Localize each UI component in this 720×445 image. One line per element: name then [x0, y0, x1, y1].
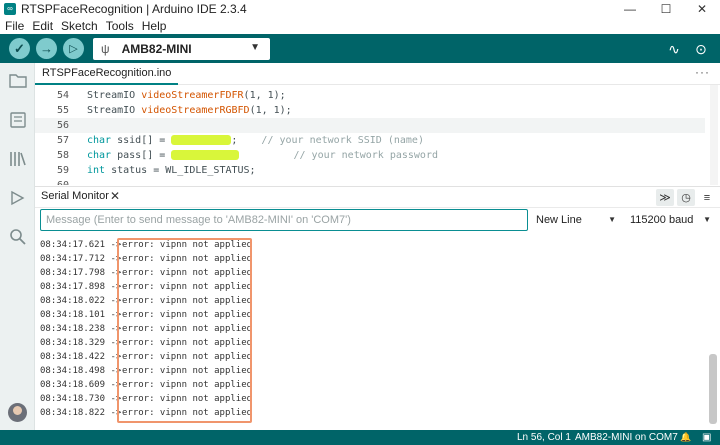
checkmark-icon: ✓	[14, 40, 25, 56]
maximize-button[interactable]: ☐	[648, 0, 684, 17]
arrow-right-icon: →	[40, 41, 53, 56]
line-number: 59	[56, 165, 69, 176]
line-number: 60	[35, 180, 69, 185]
highlight-annotation-box	[117, 238, 252, 423]
serial-monitor-icon: ⊙	[695, 40, 707, 57]
user-avatar[interactable]	[8, 403, 27, 422]
autoscroll-toggle-icon[interactable]: ≫	[656, 189, 674, 206]
code-line-current: 56	[35, 118, 705, 133]
notifications-bell-icon[interactable]: 🔔	[680, 432, 691, 443]
line-number: 54	[56, 90, 69, 101]
panel-layout-icon[interactable]: ▣	[702, 432, 711, 443]
upload-button[interactable]: →	[36, 38, 57, 59]
minimize-button[interactable]: —	[612, 0, 648, 17]
serial-plotter-icon: ∿	[668, 40, 680, 57]
message-input[interactable]	[40, 209, 528, 231]
code-line: 60	[35, 178, 705, 185]
more-options-icon[interactable]: ···	[695, 65, 710, 79]
debug-sidebar-icon[interactable]	[7, 187, 28, 208]
code-line: 54 StreamIO videoStreamerFDFR(1, 1);	[35, 88, 705, 103]
code-text: StreamIO videoStreamerFDFR(1, 1);	[87, 90, 286, 101]
output-scrollbar[interactable]	[709, 354, 717, 424]
board-selector[interactable]: ψ AMB82-MINI ▼	[93, 38, 270, 60]
clear-output-icon[interactable]: ≡	[698, 189, 716, 206]
window-title: RTSPFaceRecognition | Arduino IDE 2.3.4	[21, 1, 247, 16]
line-ending-value: New Line	[536, 214, 582, 226]
timestamp-toggle-icon[interactable]: ◷	[677, 189, 695, 206]
redacted-value	[171, 135, 232, 145]
tab-serial-monitor[interactable]: Serial Monitor	[41, 190, 109, 202]
cursor-position: Ln 56, Col 1	[517, 432, 571, 443]
close-window-button[interactable]: ✕	[684, 0, 720, 17]
baud-rate-value: 115200 baud	[630, 214, 694, 226]
line-ending-select[interactable]: New Line ▼	[531, 209, 623, 231]
code-line: 57 char ssid[] = ; // your network SSID …	[35, 133, 705, 148]
serial-monitor-button[interactable]: ⊙	[691, 39, 711, 59]
code-text: char pass[] = // your network password	[87, 150, 438, 161]
code-line: 55 StreamIO videoStreamerRGBFD(1, 1);	[35, 103, 705, 118]
code-text: int status = WL_IDLE_STATUS;	[87, 165, 256, 176]
board-port-status: AMB82-MINI on COM7	[575, 432, 678, 443]
library-manager-icon[interactable]	[7, 148, 28, 169]
chevron-down-icon: ▼	[703, 215, 711, 224]
search-icon[interactable]	[7, 226, 28, 247]
menu-help[interactable]: Help	[142, 19, 167, 33]
status-bar: Ln 56, Col 1 AMB82-MINI on COM7 🔔 ▣	[0, 430, 720, 445]
code-text: char ssid[] = ; // your network SSID (na…	[87, 135, 424, 146]
line-number: 58	[56, 150, 69, 161]
serial-monitor-header: Serial Monitor ✕ ≫ ◷ ≡	[35, 186, 720, 208]
code-line: 59 int status = WL_IDLE_STATUS;	[35, 163, 705, 178]
close-icon[interactable]: ✕	[110, 189, 120, 203]
toolbar: ✓ → ▷ ψ AMB82-MINI ▼ ∿ ⊙	[0, 34, 720, 63]
sketchbook-icon[interactable]	[7, 70, 28, 91]
editor-scrollbar[interactable]	[710, 85, 718, 185]
chevron-down-icon: ▼	[608, 215, 616, 224]
serial-plotter-button[interactable]: ∿	[664, 39, 684, 59]
line-number: 56	[56, 120, 69, 131]
title-bar: ∞ RTSPFaceRecognition | Arduino IDE 2.3.…	[0, 0, 720, 17]
board-name: AMB82-MINI	[121, 42, 192, 56]
editor-tab-strip: RTSPFaceRecognition.ino ···	[35, 63, 720, 85]
menu-bar: File Edit Sketch Tools Help	[0, 17, 720, 34]
sidebar	[0, 63, 35, 430]
code-line: 58 char pass[] = // your network passwor…	[35, 148, 705, 163]
menu-file[interactable]: File	[5, 19, 24, 33]
code-editor[interactable]: 54 StreamIO videoStreamerFDFR(1, 1); 55 …	[35, 85, 720, 185]
arduino-logo-icon: ∞	[4, 2, 16, 15]
menu-edit[interactable]: Edit	[32, 19, 53, 33]
redacted-value	[171, 150, 240, 160]
menu-tools[interactable]: Tools	[106, 19, 134, 33]
serial-output[interactable]: 08:34:17.621 -> error: vipnn not applied …	[35, 234, 720, 429]
baud-rate-select[interactable]: 115200 baud ▼	[626, 209, 718, 231]
boards-manager-icon[interactable]	[7, 109, 28, 130]
debug-button[interactable]: ▷	[63, 38, 84, 59]
verify-button[interactable]: ✓	[9, 38, 30, 59]
menu-sketch[interactable]: Sketch	[61, 19, 98, 33]
line-number: 55	[56, 105, 69, 116]
debug-play-icon: ▷	[69, 43, 78, 55]
tab-sketch-file[interactable]: RTSPFaceRecognition.ino	[35, 63, 179, 85]
line-number: 57	[56, 135, 69, 146]
usb-icon: ψ	[101, 42, 110, 56]
code-text: StreamIO videoStreamerRGBFD(1, 1);	[87, 105, 292, 116]
chevron-down-icon: ▼	[250, 42, 260, 53]
